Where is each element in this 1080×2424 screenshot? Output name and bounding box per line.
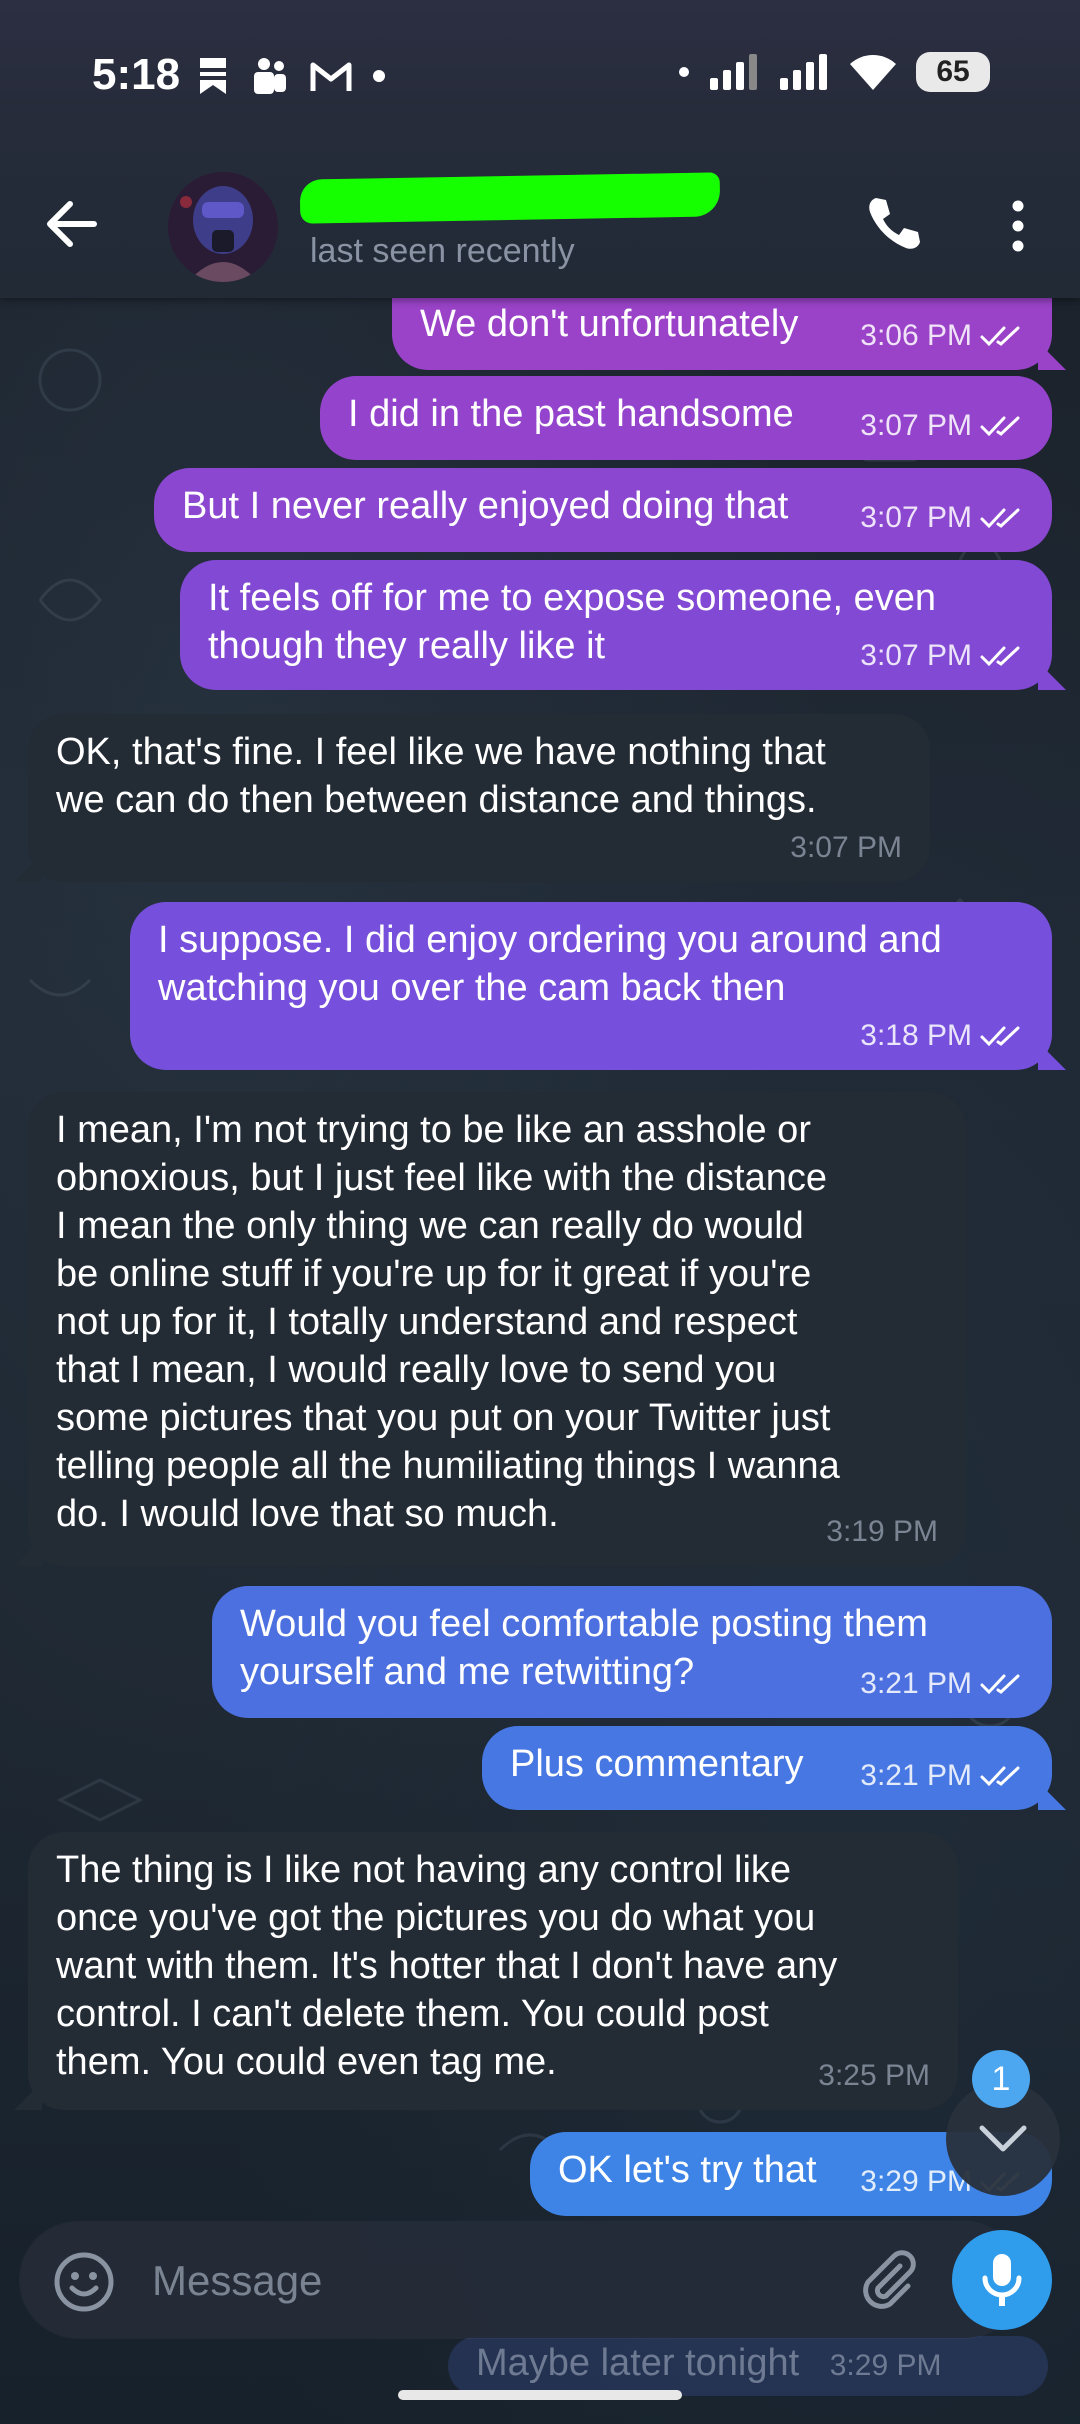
message-text: OK, that's fine. I feel like we have not… <box>56 731 826 821</box>
message-outgoing[interactable]: We don't unfortunately 3:06 PM <box>392 292 1052 370</box>
double-check-icon <box>980 1026 1020 1047</box>
notification-icons <box>196 56 386 96</box>
message-incoming[interactable]: OK, that's fine. I feel like we have not… <box>28 714 930 882</box>
battery-indicator: 65 <box>916 52 990 92</box>
status-time: 5:18 <box>92 50 181 99</box>
paperclip-icon[interactable] <box>856 2248 920 2312</box>
chat-header: 5:18 65 last seen recently <box>0 0 1080 298</box>
message-outgoing[interactable]: Would you feel comfortable posting them … <box>212 1586 1052 1718</box>
more-notifications-dot-icon <box>373 70 385 82</box>
more-options-icon[interactable] <box>1000 196 1036 256</box>
message-outgoing[interactable]: I did in the past handsome 3:07 PM <box>320 376 1052 460</box>
message-text: I mean, I'm not trying to be like an ass… <box>56 1109 840 1535</box>
message-time: 3:21 PM <box>860 1667 972 1700</box>
double-check-icon <box>980 1674 1020 1695</box>
message-meta: 3:07 PM <box>860 494 1024 542</box>
message-meta: 3:19 PM <box>826 1508 938 1556</box>
system-icons: 65 <box>678 52 990 92</box>
message-time: 3:19 PM <box>826 1515 938 1548</box>
message-meta: 3:07 PM <box>860 402 1024 450</box>
double-check-icon <box>980 646 1020 667</box>
message-outgoing[interactable]: But I never really enjoyed doing that 3:… <box>154 468 1052 552</box>
phone-call-icon[interactable] <box>862 194 924 256</box>
message-meta: 3:21 PM <box>860 1660 1024 1708</box>
message-meta: 3:06 PM <box>860 312 1024 360</box>
message-text: Maybe later tonight <box>476 2342 800 2384</box>
home-indicator[interactable] <box>398 2390 682 2400</box>
contact-status: last seen recently <box>310 232 575 270</box>
message-time: 3:07 PM <box>860 501 972 534</box>
wifi-icon <box>850 55 896 90</box>
double-check-icon <box>980 508 1020 529</box>
dot-icon <box>679 67 689 77</box>
message-meta: 3:07 PM <box>790 824 902 872</box>
contact-avatar[interactable] <box>168 172 278 282</box>
contact-name-redacted[interactable] <box>299 172 721 224</box>
signal-1-icon <box>710 54 757 90</box>
message-input[interactable] <box>150 2248 834 2314</box>
teams-icon <box>254 58 286 94</box>
microphone-icon <box>982 2254 1022 2306</box>
message-time: 3:21 PM <box>860 1759 972 1792</box>
voice-record-button[interactable] <box>952 2230 1052 2330</box>
signal-2-icon <box>780 54 827 90</box>
message-time: 3:18 PM <box>860 1019 972 1052</box>
message-meta: 3:18 PM <box>860 1012 1024 1060</box>
message-outgoing[interactable]: Plus commentary 3:21 PM <box>482 1726 1052 1810</box>
message-time: 3:06 PM <box>860 319 972 352</box>
chevron-down-icon <box>979 2125 1027 2152</box>
message-meta: 3:25 PM <box>818 2052 930 2100</box>
double-check-icon <box>980 1766 1020 1787</box>
message-text: I suppose. I did enjoy ordering you arou… <box>158 919 942 1009</box>
back-arrow-icon[interactable] <box>40 196 104 252</box>
emoji-icon[interactable] <box>52 2250 116 2314</box>
double-check-icon <box>980 326 1020 347</box>
message-outgoing[interactable]: I suppose. I did enjoy ordering you arou… <box>130 902 1052 1070</box>
message-meta: 3:21 PM <box>860 1752 1024 1800</box>
message-outgoing-behind-input: Maybe later tonight 3:29 PM <box>448 2336 1048 2396</box>
double-check-icon <box>980 416 1020 437</box>
message-outgoing[interactable]: It feels off for me to expose someone, e… <box>180 560 1052 690</box>
message-time: 3:07 PM <box>860 639 972 672</box>
message-meta: 3:07 PM <box>860 632 1024 680</box>
message-time: 3:07 PM <box>860 409 972 442</box>
avatar-image <box>168 172 278 282</box>
bookmark-icon <box>200 58 226 94</box>
gmail-icon <box>310 62 352 91</box>
message-time: 3:25 PM <box>818 2059 930 2092</box>
message-time: 3:07 PM <box>790 831 902 864</box>
message-time: 3:29 PM <box>829 2349 942 2382</box>
message-incoming[interactable]: The thing is I like not having any contr… <box>28 1832 958 2110</box>
unread-count-badge: 1 <box>972 2050 1030 2108</box>
message-incoming[interactable]: I mean, I'm not trying to be like an ass… <box>28 1092 966 1566</box>
message-text: The thing is I like not having any contr… <box>56 1849 838 2083</box>
